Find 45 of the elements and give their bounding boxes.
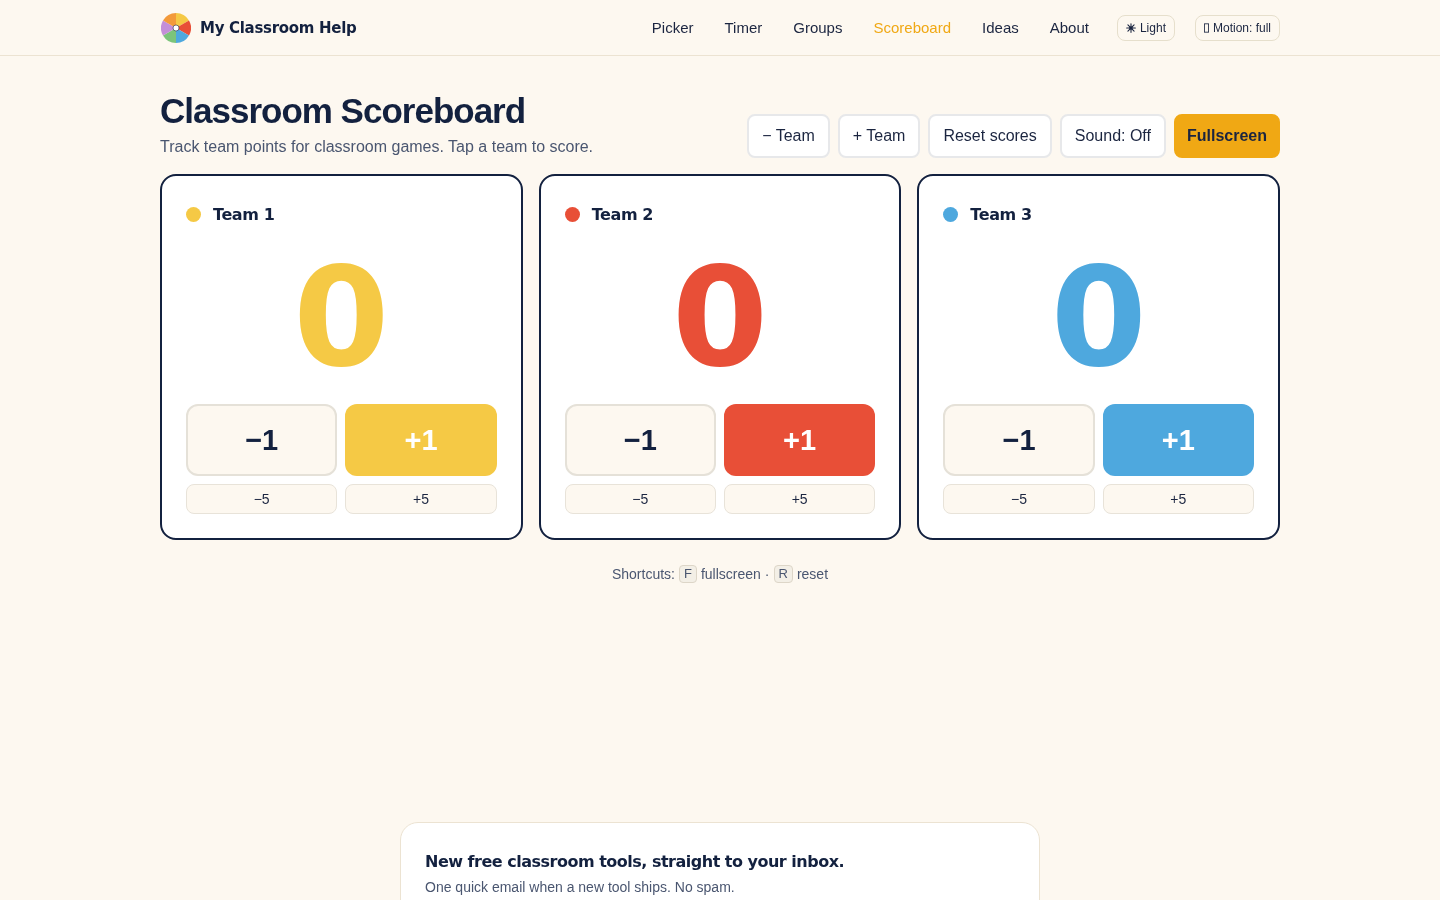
key-cap: F bbox=[679, 565, 697, 583]
separator-text: · bbox=[764, 566, 770, 582]
team-name: Team 1 bbox=[213, 204, 275, 224]
color-wheel-icon bbox=[161, 12, 191, 43]
brand-link[interactable]: My Classroom Help bbox=[161, 12, 357, 43]
team-card[interactable]: Team 1 0 −1 +1 −5 +5 bbox=[160, 174, 523, 540]
team-name: Team 2 bbox=[591, 204, 654, 224]
score-button[interactable]: −1 bbox=[943, 404, 1095, 476]
shortcut-action: fullscreen bbox=[700, 566, 761, 582]
team-score: 0 bbox=[671, 236, 768, 400]
nav-link[interactable]: Ideas bbox=[982, 19, 1019, 36]
toolbar-button[interactable]: Fullscreen bbox=[1173, 114, 1280, 158]
score-button[interactable]: +5 bbox=[1102, 484, 1254, 514]
toolbar-button[interactable]: + Team bbox=[837, 114, 921, 158]
toolbar-button[interactable]: Sound: Off bbox=[1059, 114, 1166, 158]
newsletter-text: One quick email when a new tool ships. No spam. bbox=[425, 878, 736, 897]
score-button[interactable]: −5 bbox=[943, 484, 1095, 514]
newsletter-title: New free classroom tools, straight to your inbox. bbox=[425, 851, 846, 873]
key-cap: R bbox=[773, 565, 793, 583]
theme-toggle[interactable]: Light bbox=[1116, 14, 1175, 41]
nav-link[interactable]: Picker bbox=[651, 19, 694, 36]
score-button[interactable]: +1 bbox=[724, 404, 876, 476]
toolbar-button[interactable]: − Team bbox=[747, 114, 830, 158]
shortcut-action: reset bbox=[796, 566, 829, 582]
score-button[interactable]: −1 bbox=[186, 404, 338, 476]
page-title: Classroom Scoreboard bbox=[160, 90, 527, 132]
nav-link[interactable]: About bbox=[1049, 19, 1089, 36]
score-button[interactable]: +5 bbox=[724, 484, 876, 514]
team-name: Team 3 bbox=[970, 204, 1032, 224]
nav-link[interactable]: Groups bbox=[793, 19, 843, 36]
shortcuts-label: Shortcuts: bbox=[611, 566, 675, 582]
toolbar-button[interactable]: Reset scores bbox=[928, 114, 1052, 158]
team-score: 0 bbox=[293, 236, 390, 400]
team-card[interactable]: Team 2 0 −1 +1 −5 +5 bbox=[538, 174, 902, 540]
team-card[interactable]: Team 3 0 −1 +1 −5 +5 bbox=[917, 174, 1280, 540]
missing-glyph-icon bbox=[1203, 22, 1209, 33]
score-button[interactable]: −1 bbox=[564, 404, 716, 476]
score-button[interactable]: −5 bbox=[564, 484, 716, 514]
page-subtitle: Track team points for classroom games. Tap a team to score. bbox=[160, 137, 594, 157]
nav-link[interactable]: Timer bbox=[724, 19, 763, 36]
team-score: 0 bbox=[1050, 236, 1147, 400]
score-button[interactable]: +5 bbox=[345, 484, 497, 514]
score-button[interactable]: −5 bbox=[186, 484, 338, 514]
motion-toggle[interactable]: Motion: full bbox=[1194, 14, 1280, 41]
sun-icon bbox=[1125, 22, 1136, 33]
